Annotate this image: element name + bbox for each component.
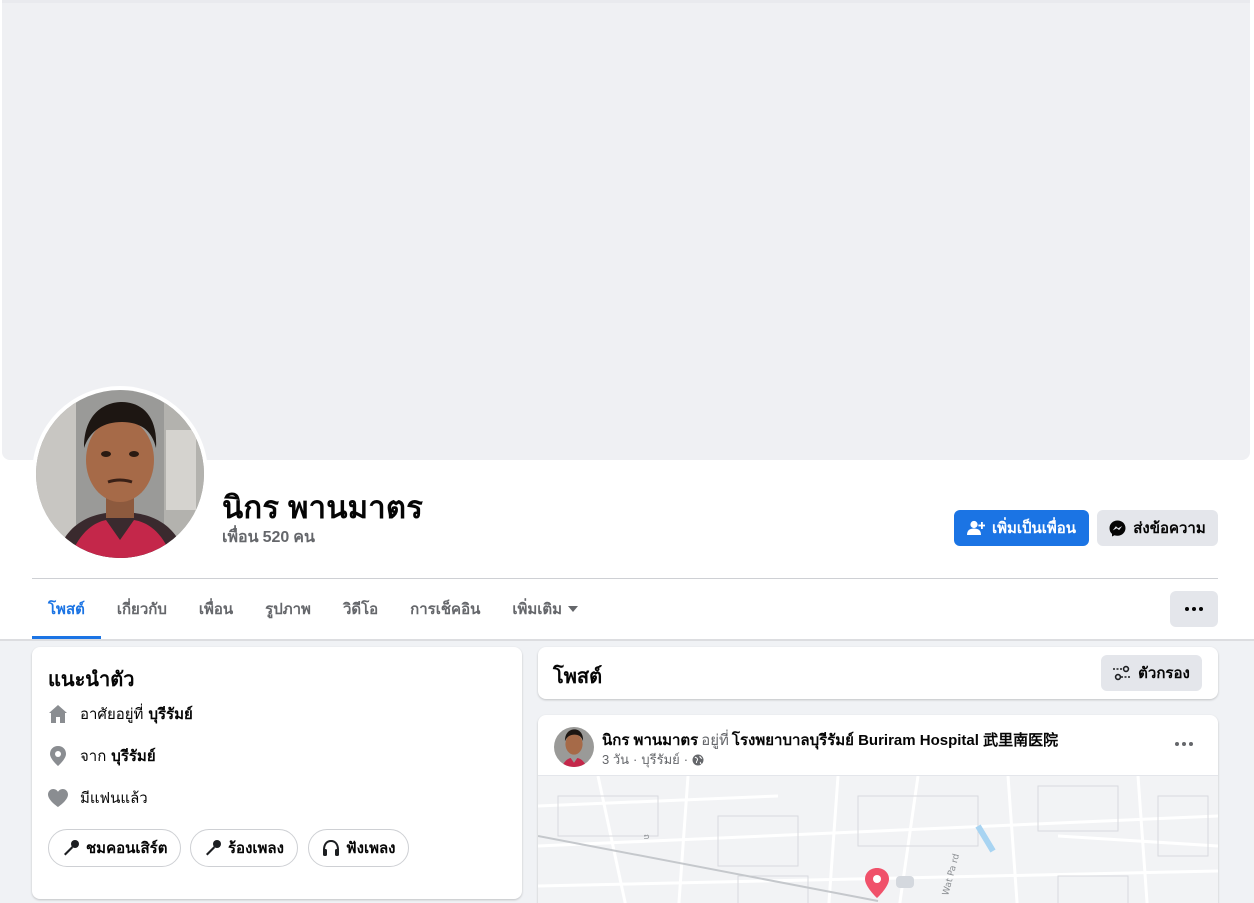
map-street-label: ถ [641,834,651,839]
message-label: ส่งข้อความ [1133,520,1206,537]
post-time[interactable]: 3 วัน [602,749,629,770]
tab-label: โพสต์ [48,601,85,618]
more-dots-icon [1175,742,1179,746]
tab-label: การเช็คอิน [410,601,481,618]
hobby-chip-concert[interactable]: ชมคอนเสิร์ต [48,829,182,867]
tab-checkins[interactable]: การเช็คอิน [394,579,496,639]
cover-photo[interactable] [2,0,1250,460]
intro-lives-in: อาศัยอยู่ที่ บุรีรัมย์ [48,702,193,726]
add-friend-label: เพิ่มเป็นเพื่อน [991,520,1077,537]
more-dot [1199,607,1203,611]
globe-icon [692,754,704,765]
posts-title: โพสต์ [553,666,603,688]
tab-label: รูปภาพ [265,601,311,618]
more-dot [1182,742,1186,746]
more-dot [1192,607,1196,611]
tab-label: เกี่ยวกับ [116,601,167,618]
profile-tabs: โพสต์ เกี่ยวกับ เพื่อน รูปภาพ วิดีโอ การ… [32,579,594,639]
avatar [36,390,204,558]
tab-label: เพื่อน [198,601,234,618]
tab-more[interactable]: เพิ่มเติม [496,579,594,639]
friends-unit: คน [293,529,315,546]
profile-header: นิกร พานมาตร เพื่อน 520 คน เพิ่มเป็นเพื่อน… [0,0,1254,640]
home-icon [48,704,68,724]
header-shadow [0,639,1254,641]
microphone-icon [64,840,79,856]
tab-about[interactable]: เกี่ยวกับ [101,579,183,639]
message-button[interactable]: ส่งข้อความ [1097,510,1218,546]
more-dot [1189,742,1193,746]
post-card: นิกร พานมาตร อยู่ที่ โรงพยาบาลบุรีรัมย์ Bu… [538,715,1218,903]
tab-videos[interactable]: วิดีโอ [327,579,394,639]
friends-number: 520 [262,529,290,546]
tab-friends[interactable]: เพื่อน [183,579,249,639]
intro-card: แนะนำตัว อาศัยอยู่ที่ บุรีรัมย์ จาก บุรีรั… [32,647,522,899]
map-pin-icon [865,868,889,898]
post-place[interactable]: บุรีรัมย์ [641,749,679,770]
heart-icon [48,788,68,808]
add-friend-icon [966,520,985,535]
hobby-chip-listening[interactable]: ฟังเพลง [308,829,410,867]
meta-separator: · [633,752,638,767]
filter-icon [1113,665,1132,681]
from-place[interactable]: บุรีรัมย์ [111,744,155,768]
headphones-icon [323,839,339,856]
caret-down-icon [568,606,579,612]
post-author-name[interactable]: นิกร พานมาตร [602,732,698,749]
profile-picture[interactable] [32,386,208,562]
relationship-status: มีแฟนแล้ว [80,790,148,807]
filter-button[interactable]: ตัวกรอง [1101,655,1202,691]
microphone-icon [206,840,221,856]
more-dots-icon [1185,607,1189,611]
intro-title: แนะนำตัว [48,669,135,691]
filter-label: ตัวกรอง [1138,665,1190,682]
tab-label: เพิ่มเติม [512,601,563,618]
add-friend-button[interactable]: เพิ่มเป็นเพื่อน [954,510,1089,546]
tab-label: วิดีโอ [342,601,379,618]
messenger-icon [1109,520,1126,536]
meta-separator: · [683,752,689,767]
location-pin-icon [48,746,68,766]
tab-photos[interactable]: รูปภาพ [249,579,327,639]
hobby-label: ร้องเพลง [228,840,284,857]
intro-from: จาก บุรีรัมย์ [48,744,156,768]
post-location[interactable]: โรงพยาบาลบุรีรัมย์ Buriram Hospital 武里南医… [732,732,1058,749]
from-prefix: จาก [80,748,107,765]
post-map[interactable]: Wat Pa rd ถ [538,775,1218,903]
post-author-avatar[interactable] [554,727,594,767]
more-options-button[interactable] [1170,591,1218,627]
map-street-label: Wat Pa rd [941,853,962,897]
post-meta: 3 วัน · บุรีรัมย์ · [602,749,704,770]
post-options-button[interactable] [1168,732,1200,756]
friends-label: เพื่อน [222,529,259,546]
post-at-label: อยู่ที่ [701,732,729,749]
hobby-label: ฟังเพลง [346,840,396,857]
tab-posts[interactable]: โพสต์ [32,579,101,639]
lives-in-prefix: อาศัยอยู่ที่ [80,706,144,723]
lives-in-place[interactable]: บุรีรัมย์ [148,702,192,726]
friends-count[interactable]: เพื่อน 520 คน [222,525,319,550]
posts-header-card: โพสต์ ตัวกรอง [538,647,1218,699]
hobby-chip-singing[interactable]: ร้องเพลง [190,829,298,867]
intro-relationship: มีแฟนแล้ว [48,786,148,810]
hobby-label: ชมคอนเสิร์ต [86,840,168,857]
